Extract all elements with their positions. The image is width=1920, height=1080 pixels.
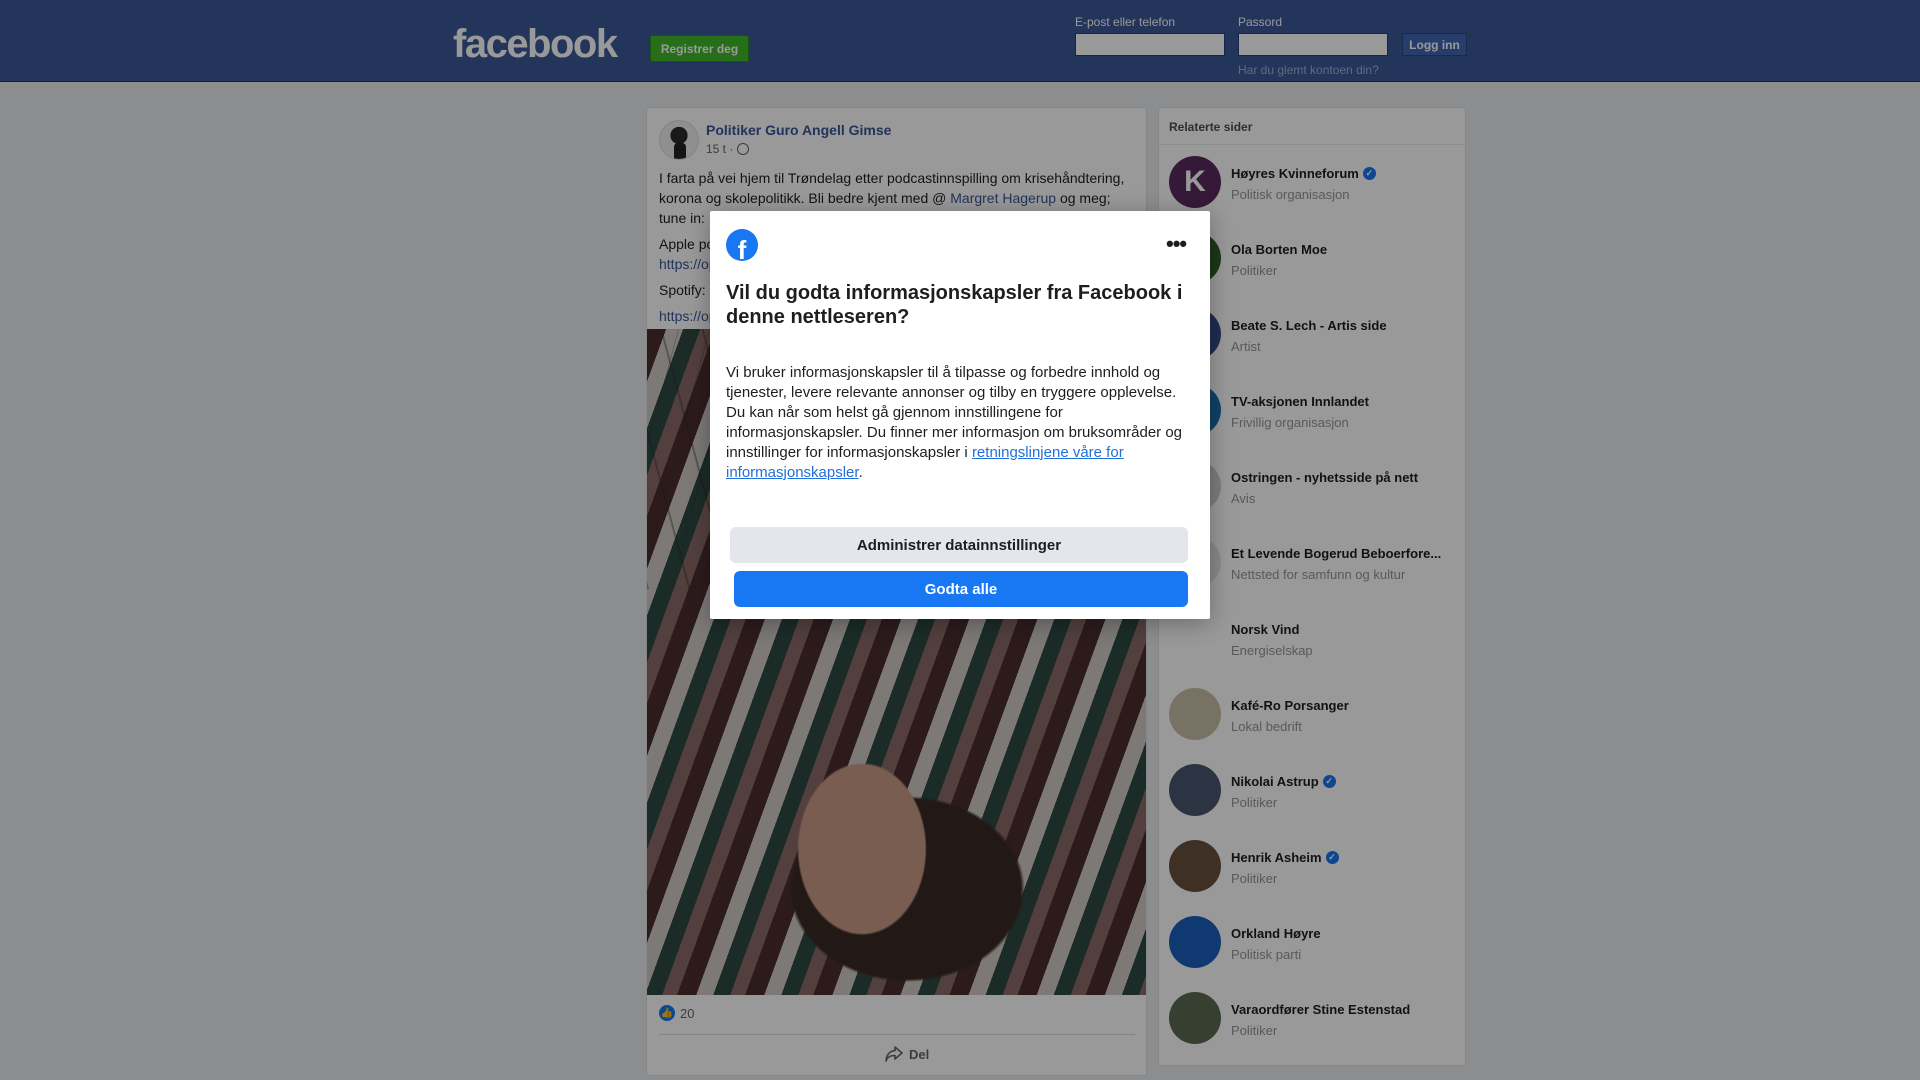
cookie-consent-dialog: f ••• Vil du godta informasjonskapsler f… (710, 211, 1210, 619)
accept-all-button[interactable]: Godta alle (734, 571, 1188, 607)
more-options-icon[interactable]: ••• (1166, 231, 1187, 257)
dialog-title: Vil du godta informasjonskapsler fra Fac… (726, 282, 1183, 328)
manage-data-settings-button[interactable]: Administrer datainnstillinger (730, 527, 1188, 563)
facebook-icon: f (726, 229, 758, 261)
dialog-body-end: . (858, 464, 863, 481)
dialog-body: Vi bruker informasjonskapsler til å tilp… (726, 363, 1196, 483)
